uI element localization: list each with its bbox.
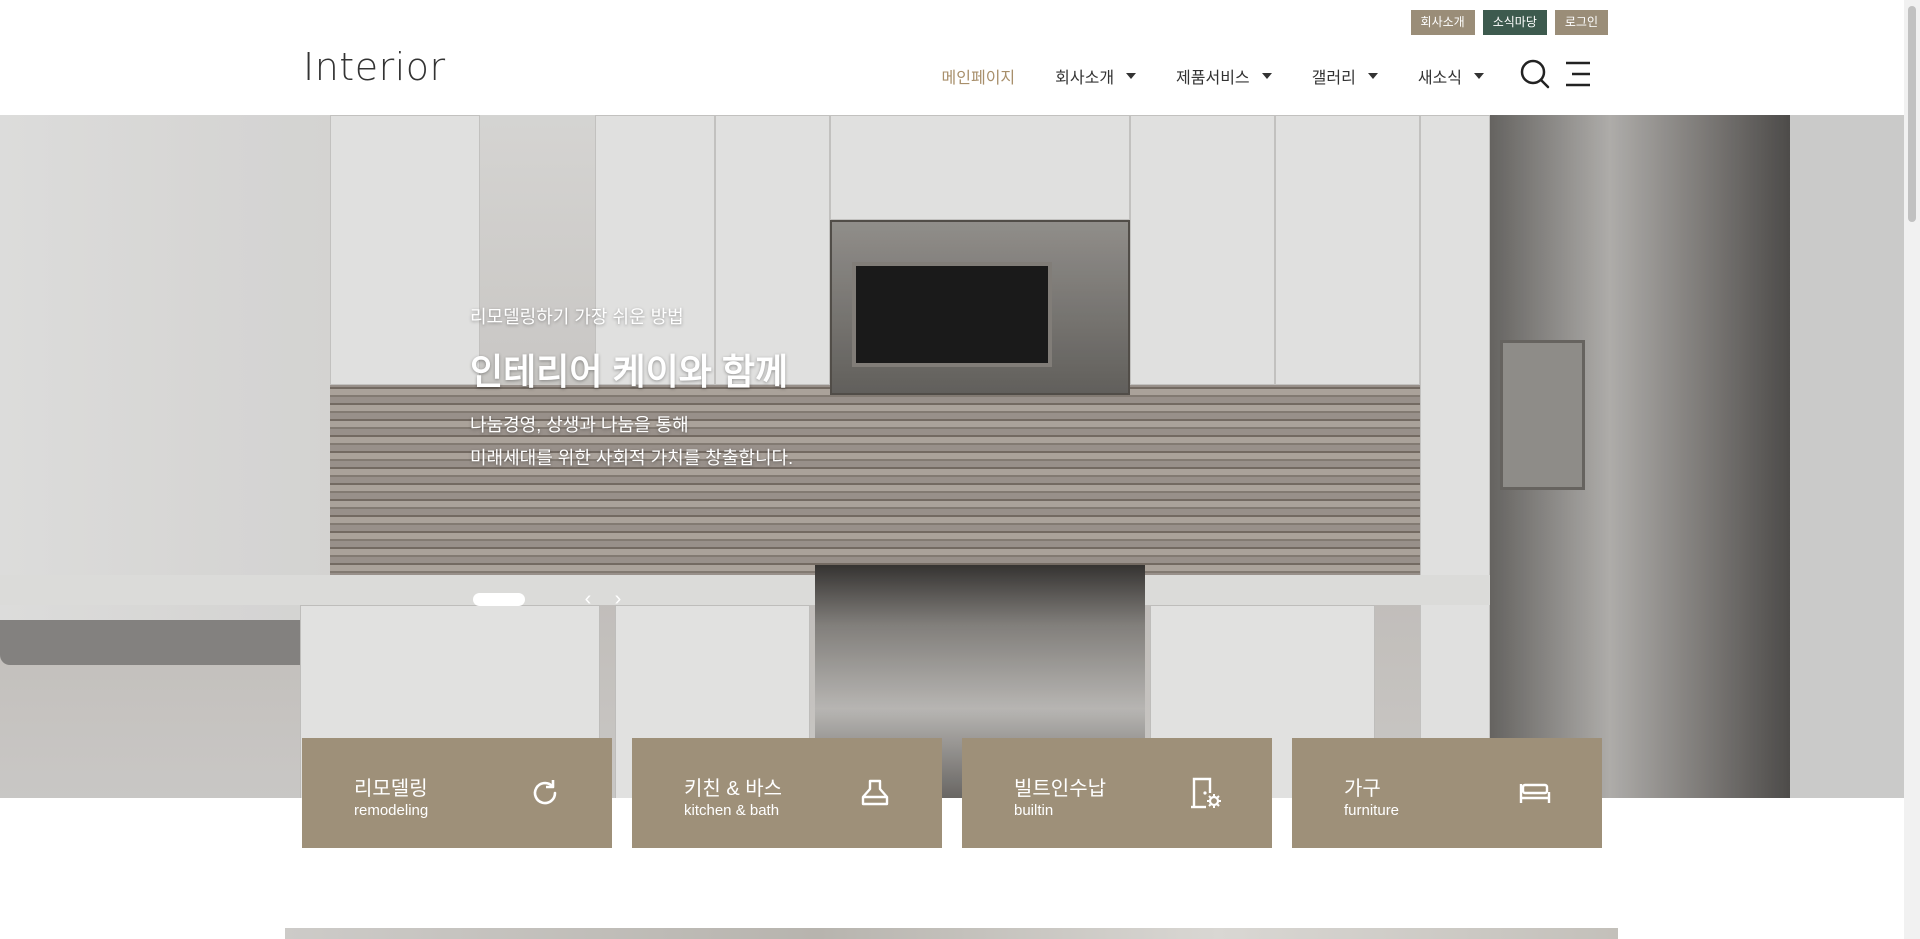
- utility-links: 회사소개 소식마당 로그인: [1410, 10, 1608, 35]
- news-link-button[interactable]: 소식마당: [1482, 10, 1547, 35]
- page-scrollbar[interactable]: [1904, 0, 1920, 939]
- nav-label: 제품서비스: [1176, 70, 1250, 87]
- card-builtin[interactable]: 빌트인수납 builtin: [962, 738, 1272, 848]
- caret-down-icon: [1126, 73, 1137, 79]
- nav-main-page[interactable]: 메인페이지: [942, 64, 1016, 88]
- range-hood-icon: [861, 779, 889, 806]
- hero-desc-line: 나눔경영, 상생과 나눔을 통해: [470, 415, 689, 435]
- card-subtitle: builtin: [1014, 802, 1054, 819]
- hero-desc-line: 미래세대를 위한 사회적 가치를 창출합니다.: [470, 448, 794, 468]
- caret-down-icon: [1367, 73, 1378, 79]
- card-furniture[interactable]: 가구 furniture: [1292, 738, 1602, 848]
- scrollbar-thumb[interactable]: [1908, 6, 1916, 222]
- nav-label: 회사소개: [1055, 70, 1115, 87]
- nav-label: 새소식: [1417, 70, 1462, 87]
- hero-caption: 리모델링하기 가장 쉬운 방법 인테리어 케이와 함께 나눔경영, 상생과 나눔…: [470, 303, 793, 475]
- search-icon[interactable]: [1520, 59, 1550, 89]
- card-subtitle: furniture: [1344, 802, 1400, 819]
- card-title: 빌트인수납: [1014, 778, 1106, 800]
- caret-down-icon: [1261, 73, 1272, 79]
- category-cards: 리모델링 remodeling 키친 & 바스 kitchen & bath 빌…: [302, 738, 1602, 848]
- nav-products[interactable]: 제품서비스: [1176, 64, 1272, 88]
- hero-title: 인테리어 케이와 함께: [470, 351, 789, 392]
- card-subtitle: kitchen & bath: [684, 802, 780, 819]
- site-header: Interior 메인페이지 회사소개 제품서비스 갤러리 새소식: [0, 0, 1904, 115]
- company-link-button[interactable]: 회사소개: [1410, 10, 1475, 35]
- hero-subtitle: 리모델링하기 가장 쉬운 방법: [470, 307, 684, 327]
- nav-company[interactable]: 회사소개: [1055, 64, 1137, 88]
- nav-label: 갤러리: [1311, 70, 1356, 87]
- main-nav: 메인페이지 회사소개 제품서비스 갤러리 새소식: [902, 64, 1484, 88]
- card-title: 리모델링: [354, 778, 428, 800]
- hero-slider: 리모델링하기 가장 쉬운 방법 인테리어 케이와 함께 나눔경영, 상생과 나눔…: [0, 115, 1904, 798]
- card-kitchen-bath[interactable]: 키친 & 바스 kitchen & bath: [632, 738, 942, 848]
- card-title: 가구: [1344, 778, 1381, 800]
- bed-icon: [1519, 783, 1551, 803]
- door-gear-icon: [1191, 777, 1221, 809]
- gallery-preview-strip: [285, 928, 1618, 939]
- nav-gallery[interactable]: 갤러리: [1312, 64, 1378, 88]
- caret-down-icon: [1474, 73, 1484, 79]
- card-title: 키친 & 바스: [684, 778, 783, 800]
- hamburger-menu-icon[interactable]: [1564, 60, 1592, 88]
- next-slide-arrow-icon[interactable]: ›: [610, 588, 626, 610]
- refresh-icon: [533, 780, 557, 805]
- nav-news[interactable]: 새소식: [1418, 64, 1484, 88]
- nav-label: 메인페이지: [941, 70, 1016, 87]
- site-logo[interactable]: Interior: [303, 45, 446, 89]
- hero-overlay: [0, 115, 1904, 798]
- slide-pagination-bullet[interactable]: [473, 593, 525, 606]
- prev-slide-arrow-icon[interactable]: ‹: [580, 588, 596, 610]
- login-button[interactable]: 로그인: [1554, 10, 1608, 35]
- hero-description: 나눔경영, 상생과 나눔을 통해 미래세대를 위한 사회적 가치를 창출합니다.: [470, 409, 793, 475]
- card-remodeling[interactable]: 리모델링 remodeling: [302, 738, 612, 848]
- card-subtitle: remodeling: [354, 802, 429, 819]
